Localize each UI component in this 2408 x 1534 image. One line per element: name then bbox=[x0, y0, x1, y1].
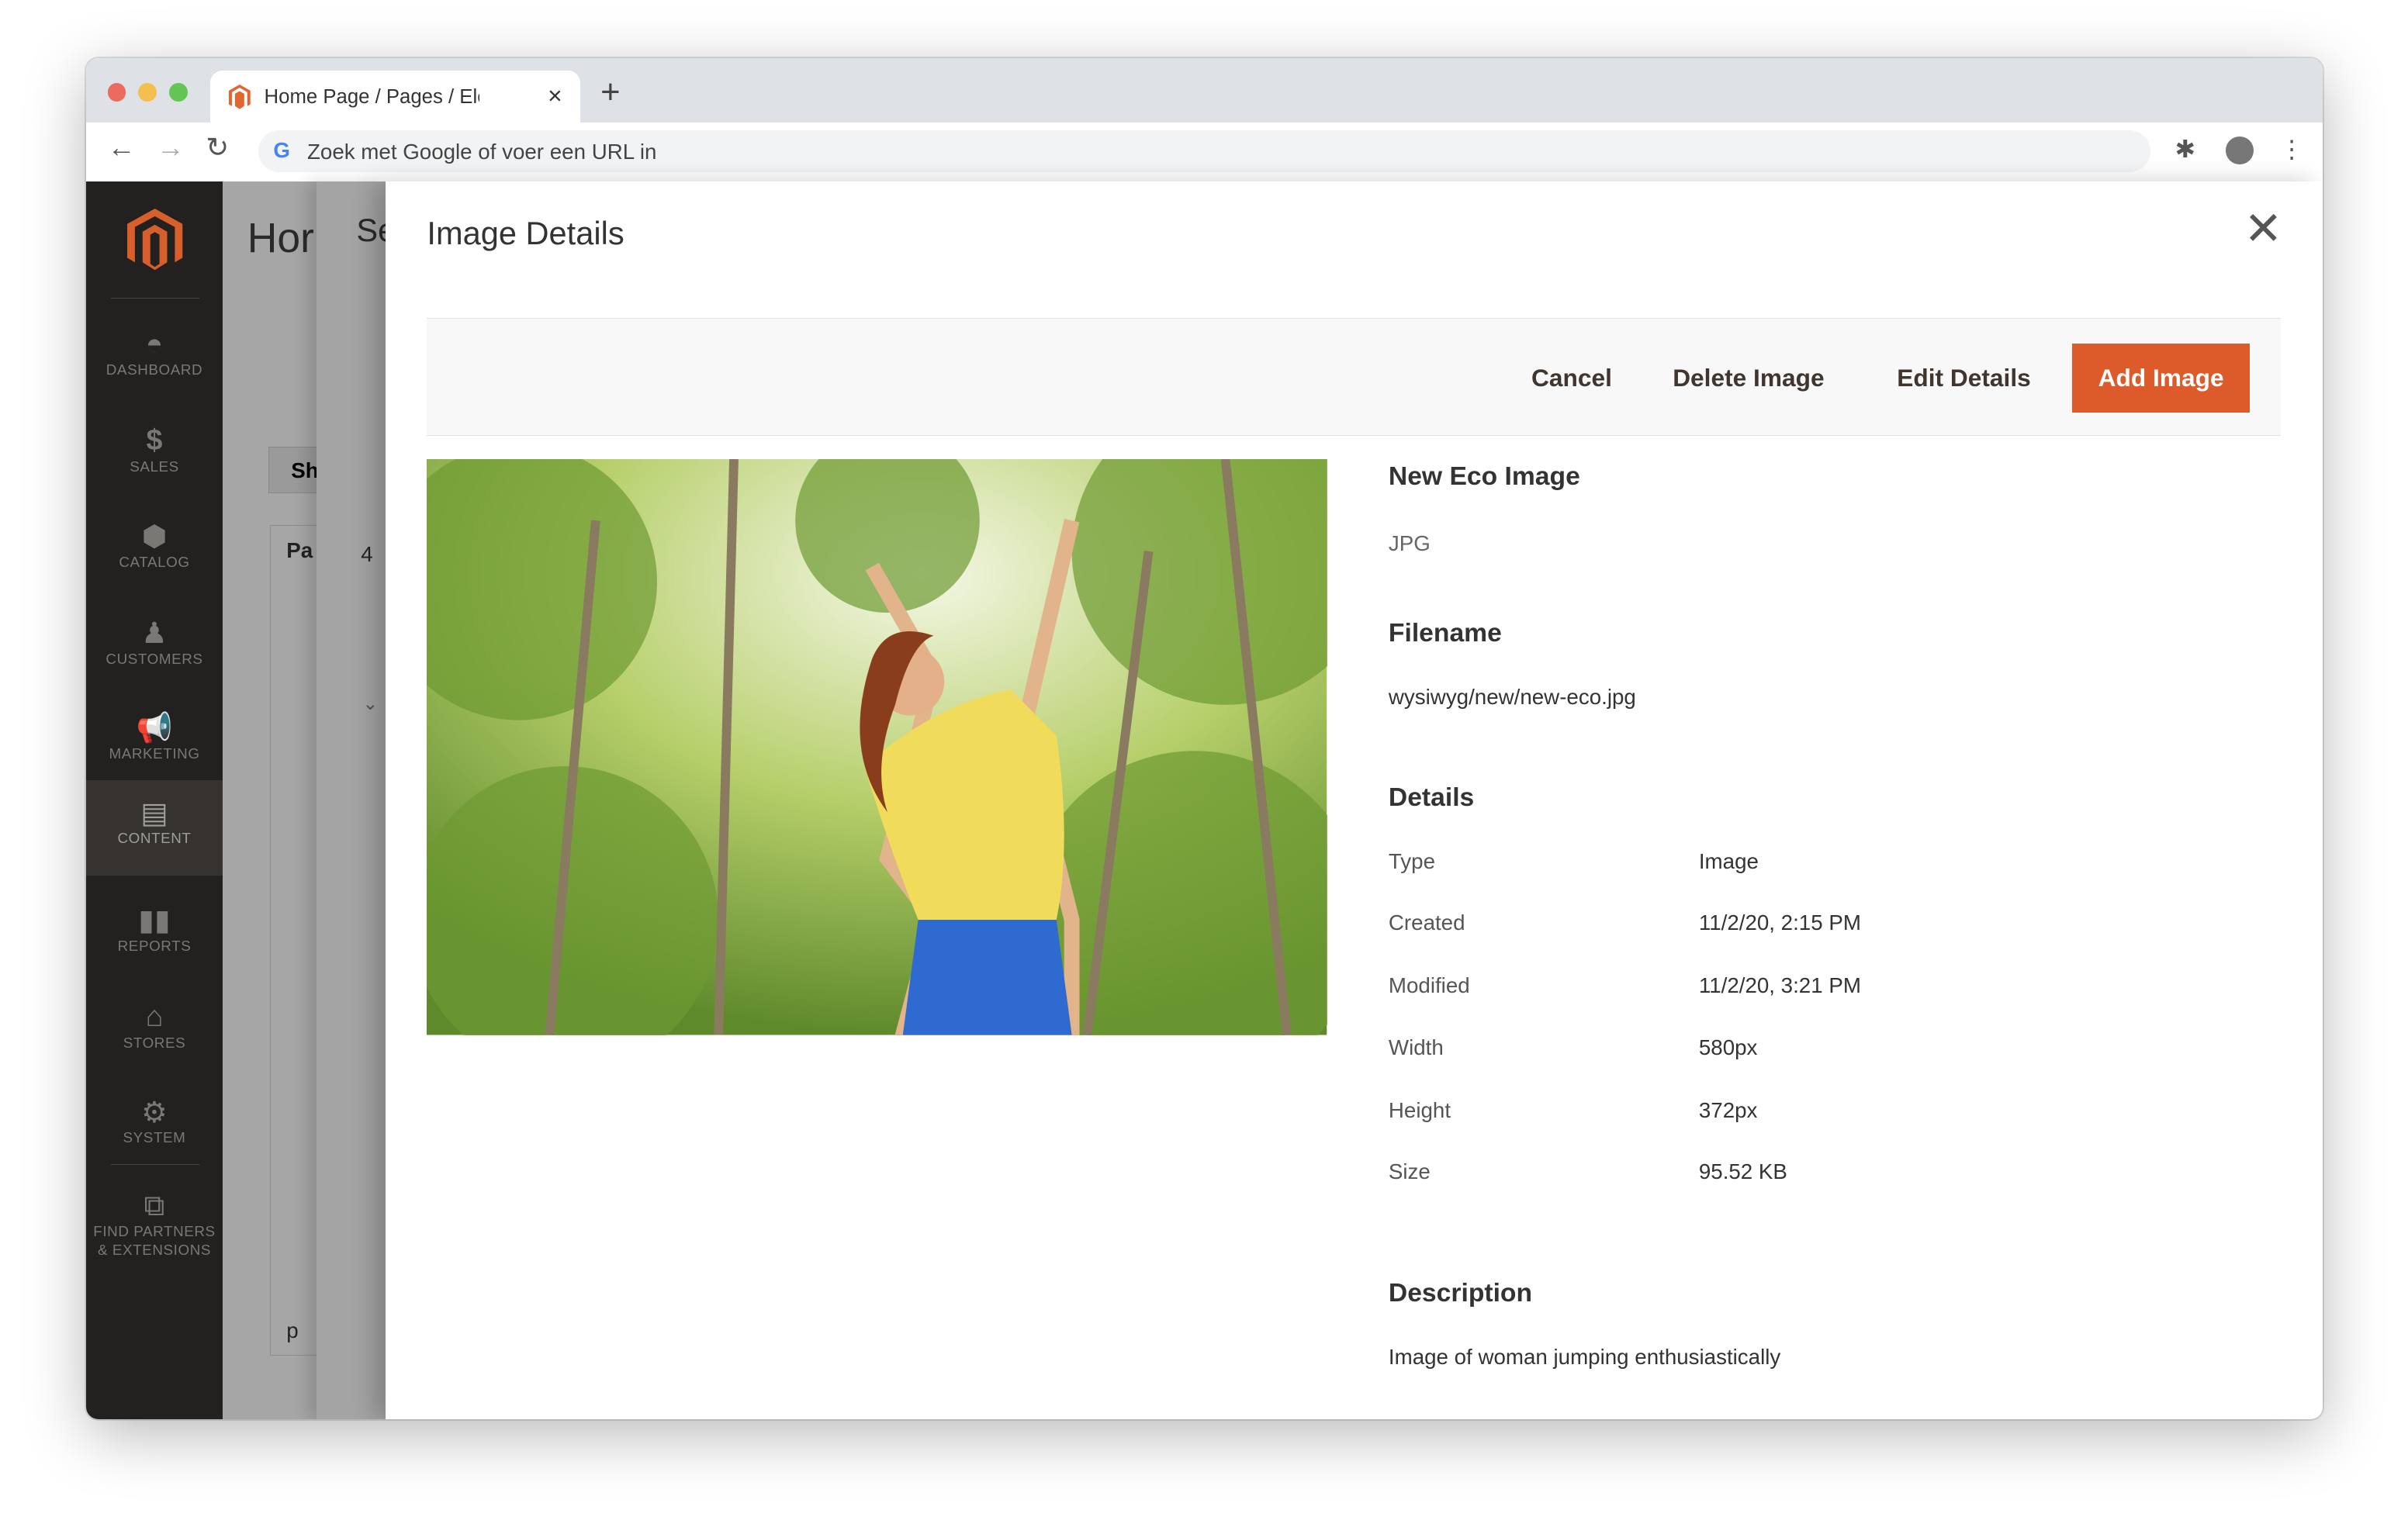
maximize-window-button[interactable] bbox=[168, 82, 188, 102]
sidebar-item-label: CUSTOMERS bbox=[106, 650, 203, 667]
detail-value: 11/2/20, 3:21 PM bbox=[1698, 973, 1861, 998]
delete-image-button[interactable]: Delete Image bbox=[1673, 344, 1824, 413]
tab-title: Home Page / Pages / Elements bbox=[264, 85, 479, 108]
forward-icon[interactable]: → bbox=[157, 132, 185, 164]
sidebar-item-stores[interactable]: ⌂ STORES bbox=[86, 984, 223, 1080]
image-type: JPG bbox=[1388, 531, 1431, 556]
person-icon: ♟ bbox=[141, 616, 168, 649]
detail-label: Height bbox=[1388, 1097, 1451, 1122]
close-tab-icon[interactable]: × bbox=[548, 81, 562, 110]
blocks-icon: ⧉ bbox=[144, 1188, 165, 1221]
sidebar-item-find-partners[interactable]: ⧉ FIND PARTNERS & EXTENSIONS bbox=[86, 1173, 223, 1266]
dashboard-icon: ◓ bbox=[145, 326, 164, 360]
magento-favicon-icon bbox=[229, 84, 251, 109]
detail-value: Image bbox=[1698, 848, 1759, 873]
magento-logo[interactable] bbox=[127, 209, 183, 271]
sidebar-item-catalog[interactable]: ⬢ CATALOG bbox=[86, 503, 223, 599]
image-name: New Eco Image bbox=[1388, 461, 1580, 491]
sidebar-item-label: STORES bbox=[123, 1034, 186, 1051]
menu-icon[interactable]: ⋮ bbox=[2279, 135, 2304, 164]
bar-chart-icon: ▮▮ bbox=[138, 903, 171, 937]
back-icon[interactable]: ← bbox=[108, 132, 136, 164]
description-value: Image of woman jumping enthusiastically bbox=[1388, 1345, 1781, 1370]
chevron-down-icon: ⌄ bbox=[362, 693, 379, 714]
description-heading: Description bbox=[1388, 1279, 1533, 1308]
edit-details-button[interactable]: Edit Details bbox=[1897, 344, 2030, 413]
minimize-window-button[interactable] bbox=[138, 82, 157, 102]
sidebar-item-sales[interactable]: $ SALES bbox=[86, 409, 223, 504]
modal-action-bar: Cancel Delete Image Edit Details Add Ima… bbox=[427, 317, 2282, 437]
modal-title: Image Details bbox=[427, 215, 624, 252]
background-column-header: Pa bbox=[286, 537, 313, 562]
dollar-icon: $ bbox=[146, 423, 163, 457]
close-window-button[interactable] bbox=[107, 82, 126, 102]
admin-sidebar: ◓ DASHBOARD $ SALES ⬢ CATALOG ♟ CUSTOMERS 📢 M… bbox=[85, 181, 223, 1419]
store-icon: ⌂ bbox=[145, 999, 164, 1032]
image-preview bbox=[427, 459, 1327, 1035]
detail-label: Width bbox=[1388, 1035, 1444, 1059]
reload-icon[interactable]: ↻ bbox=[206, 132, 229, 164]
sidebar-divider bbox=[110, 1163, 200, 1165]
detail-value: 95.52 KB bbox=[1698, 1159, 1787, 1183]
sidebar-item-label: CONTENT bbox=[117, 830, 192, 847]
background-panel-2: Se 4 ⌄ bbox=[316, 181, 396, 1419]
new-tab-button[interactable]: + bbox=[600, 74, 620, 112]
sidebar-item-label: DASHBOARD bbox=[106, 361, 203, 378]
profile-avatar[interactable] bbox=[2226, 136, 2254, 164]
sidebar-item-label: CATALOG bbox=[119, 553, 190, 570]
address-input[interactable]: Zoek met Google of voer een URL in bbox=[307, 140, 656, 164]
detail-label: Type bbox=[1388, 848, 1435, 873]
detail-label: Size bbox=[1388, 1159, 1431, 1183]
sidebar-divider bbox=[110, 298, 200, 299]
close-icon[interactable]: ✕ bbox=[2244, 206, 2283, 251]
sidebar-item-content[interactable]: ▤ CONTENT bbox=[85, 779, 223, 876]
sidebar-item-customers[interactable]: ♟ CUSTOMERS bbox=[86, 600, 223, 696]
filename-heading: Filename bbox=[1388, 618, 1502, 648]
sidebar-item-system[interactable]: ⚙ SYSTEM bbox=[86, 1080, 223, 1175]
browser-tab[interactable]: Home Page / Pages / Elements × bbox=[210, 71, 581, 123]
screen: Home Page / Pages / Elements × + ← → ↻ G… bbox=[0, 0, 2408, 1534]
gear-icon: ⚙ bbox=[141, 1095, 168, 1128]
background-number: 4 bbox=[361, 541, 373, 566]
megaphone-icon: 📢 bbox=[136, 710, 173, 744]
browser-window: Home Page / Pages / Elements × + ← → ↻ G… bbox=[85, 58, 2323, 1419]
details-heading: Details bbox=[1388, 783, 1475, 812]
extensions-icon[interactable]: ✱ bbox=[2175, 135, 2196, 164]
address-bar[interactable]: G Zoek met Google of voer een URL in bbox=[258, 130, 2150, 172]
detail-label: Created bbox=[1388, 910, 1465, 935]
filename-value: wysiwyg/new/new-eco.jpg bbox=[1388, 685, 1636, 710]
sidebar-item-label: SALES bbox=[130, 458, 179, 475]
detail-label: Modified bbox=[1388, 973, 1470, 998]
google-icon: G bbox=[273, 138, 290, 163]
sidebar-item-marketing[interactable]: 📢 MARKETING bbox=[86, 696, 223, 791]
cancel-button[interactable]: Cancel bbox=[1531, 344, 1612, 413]
tab-bar: Home Page / Pages / Elements × + bbox=[85, 58, 2323, 123]
add-image-button[interactable]: Add Image bbox=[2072, 343, 2251, 413]
page-content: Hor Sh Pa p Se 4 ⌄ ◓ DASHBOARD $ SALES ⬢ CA… bbox=[85, 181, 2323, 1419]
detail-value: 372px bbox=[1698, 1097, 1758, 1122]
sidebar-item-label: REPORTS bbox=[117, 937, 192, 954]
sidebar-item-label: FIND PARTNERS & EXTENSIONS bbox=[93, 1223, 216, 1258]
sidebar-item-label: MARKETING bbox=[109, 745, 200, 762]
sidebar-item-label: SYSTEM bbox=[123, 1129, 186, 1146]
background-footer: p bbox=[286, 1318, 299, 1342]
sidebar-item-reports[interactable]: ▮▮ REPORTS bbox=[86, 887, 223, 983]
box-icon: ⬢ bbox=[141, 520, 168, 553]
image-details-modal: Image Details ✕ Cancel Delete Image Edit… bbox=[385, 181, 2323, 1419]
detail-value: 11/2/20, 2:15 PM bbox=[1698, 910, 1861, 935]
sidebar-item-dashboard[interactable]: ◓ DASHBOARD bbox=[86, 312, 223, 407]
browser-toolbar: ← → ↻ G Zoek met Google of voer een URL … bbox=[85, 123, 2323, 182]
layout-icon: ▤ bbox=[140, 796, 168, 829]
detail-value: 580px bbox=[1698, 1035, 1758, 1059]
background-page-title: Hor bbox=[247, 216, 314, 262]
